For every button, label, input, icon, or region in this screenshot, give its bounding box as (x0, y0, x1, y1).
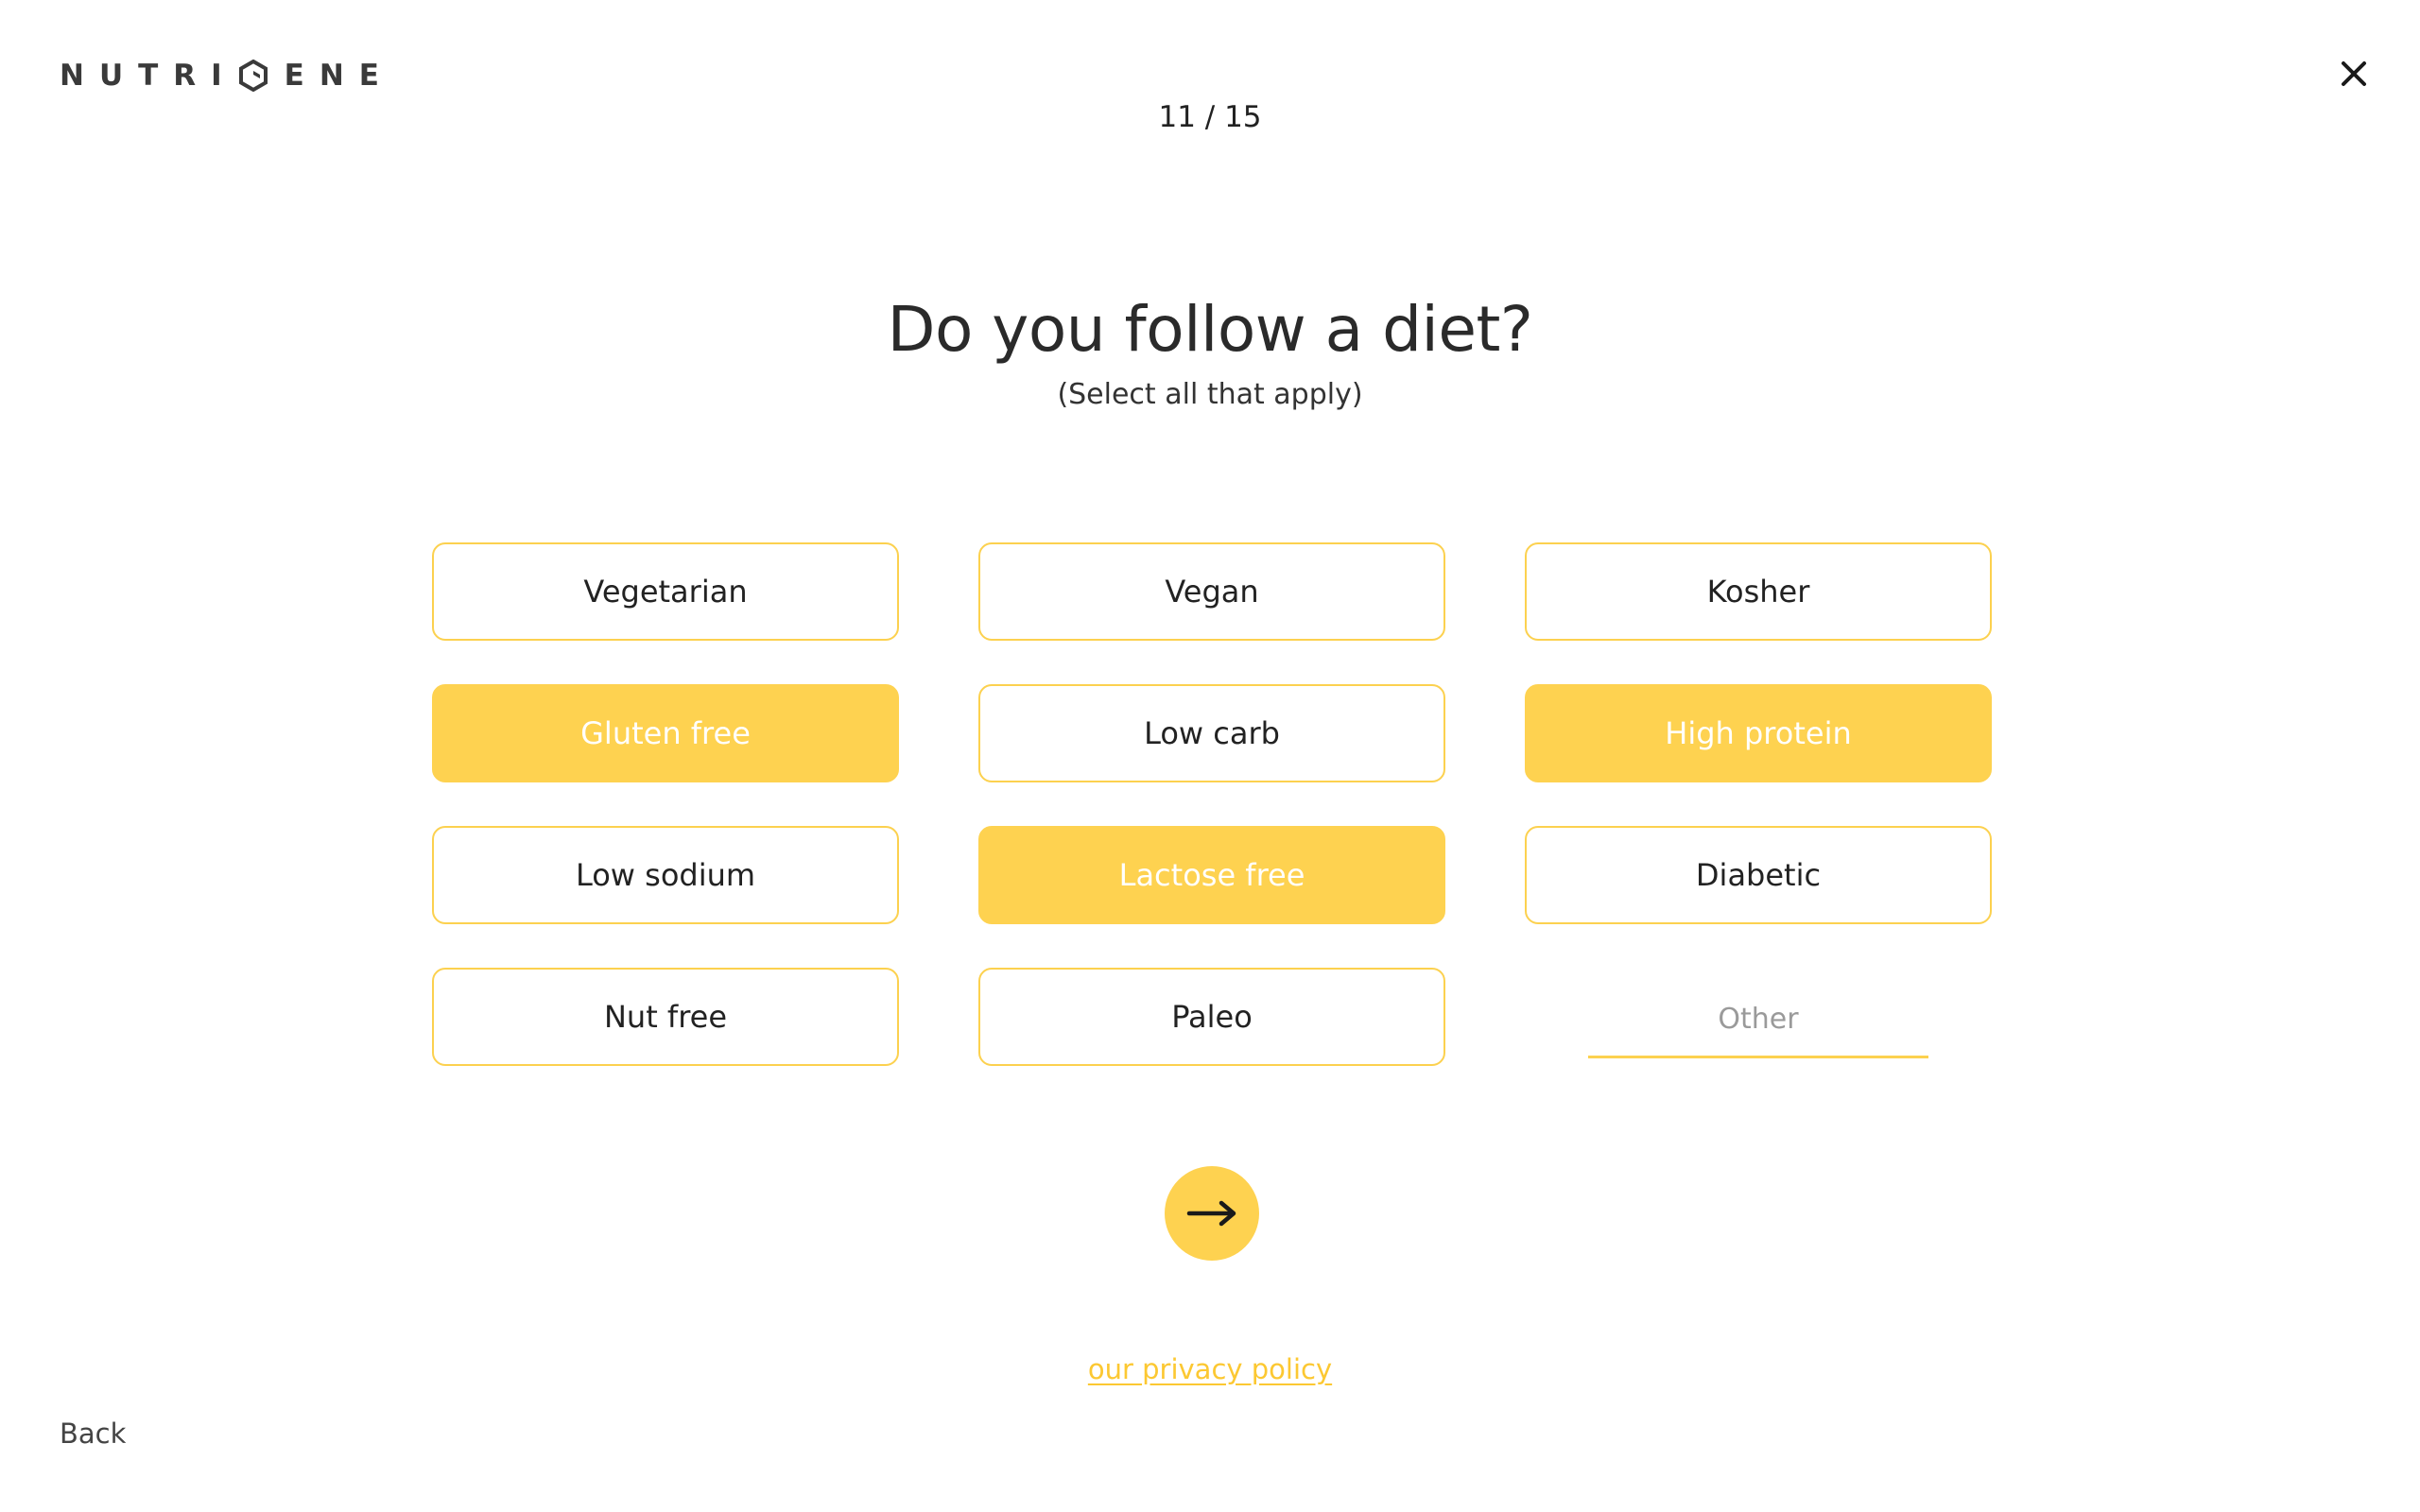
option-nut-free[interactable]: Nut free (432, 968, 899, 1066)
option-gluten-free[interactable]: Gluten free (432, 684, 899, 782)
other-diet-input[interactable] (1588, 983, 1928, 1058)
question-subtitle: (Select all that apply) (1057, 378, 1363, 411)
option-high-protein[interactable]: High protein (1525, 684, 1992, 782)
logo-text-left: NUTRI (60, 59, 237, 93)
back-button[interactable]: Back (60, 1418, 126, 1450)
arrow-right-icon (1186, 1200, 1236, 1227)
option-paleo[interactable]: Paleo (978, 968, 1445, 1066)
option-lactose-free[interactable]: Lactose free (978, 826, 1445, 924)
close-button[interactable] (2335, 55, 2373, 93)
option-vegan[interactable]: Vegan (978, 542, 1445, 641)
privacy-policy-container: our privacy policy (0, 1353, 2420, 1385)
quiz-page: NUTRI ENE 11 / 15 Do you follow a diet? … (0, 0, 2420, 1512)
next-button[interactable] (1165, 1166, 1259, 1261)
g-hexagon-logo-icon (238, 60, 268, 92)
option-diabetic[interactable]: Diabetic (1525, 826, 1992, 924)
option-kosher[interactable]: Kosher (1525, 542, 1992, 641)
nutrigene-logo: NUTRI ENE (60, 59, 394, 93)
close-icon (2342, 61, 2366, 86)
option-low-carb[interactable]: Low carb (978, 684, 1445, 782)
option-vegetarian[interactable]: Vegetarian (432, 542, 899, 641)
question-title: Do you follow a diet? (887, 293, 1533, 366)
logo-text-right: ENE (284, 59, 394, 93)
privacy-policy-link[interactable]: our privacy policy (1088, 1353, 1332, 1385)
option-low-sodium[interactable]: Low sodium (432, 826, 899, 924)
progress-indicator: 11 / 15 (1158, 100, 1262, 134)
